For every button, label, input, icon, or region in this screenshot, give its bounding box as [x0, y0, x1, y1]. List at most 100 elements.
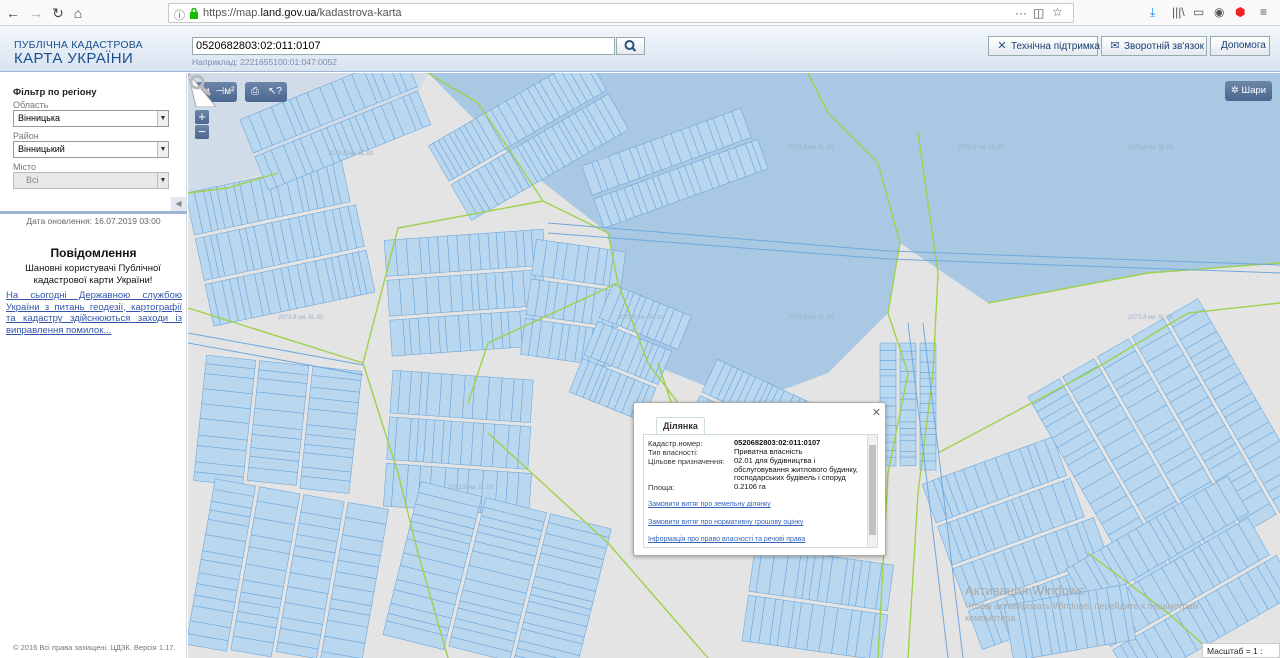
- sidebar-icon[interactable]: ▭: [1193, 5, 1204, 19]
- parcel[interactable]: [879, 375, 897, 387]
- parcel-info-popup: ✕ Ділянка Кадастр.номер: 0520682803:02:0…: [633, 402, 886, 556]
- map-watermark: 2073.8 км. 5L.00: [788, 145, 834, 151]
- parcel[interactable]: [899, 456, 917, 467]
- download-icon[interactable]: ⤓: [1150, 5, 1155, 20]
- feedback-button[interactable]: ✉ Зворотній зв'язок: [1101, 36, 1207, 56]
- activation-title: Активация Windows: [965, 583, 1085, 598]
- parcel[interactable]: [899, 342, 917, 352]
- parcel[interactable]: [899, 434, 917, 442]
- update-date: Дата оновлення: 16.07.2019 03:00: [26, 216, 161, 226]
- field-label: Цільове призначення:: [648, 457, 725, 466]
- account-icon[interactable]: ◉: [1214, 5, 1224, 19]
- address-bar[interactable]: ⓘ https://map.land.gov.ua/kadastrova-kar…: [168, 3, 1074, 23]
- map-watermark: 2073.8 км. 5L.00: [618, 315, 664, 321]
- chevron-down-icon: ▼: [157, 111, 168, 126]
- notice-link[interactable]: На сьогодні Державною службою України з …: [6, 290, 182, 336]
- cadastral-search-input[interactable]: [192, 37, 615, 55]
- region-label: Область: [13, 100, 49, 110]
- app-header: ПУБЛІЧНА КАДАСТРОВА КАРТА УКРАЇНИ Наприк…: [0, 26, 1280, 72]
- parcel-block: [193, 354, 363, 494]
- back-icon[interactable]: ←: [3, 3, 23, 23]
- support-button[interactable]: ✕ Технічна підтримка: [988, 36, 1100, 56]
- menu-icon[interactable]: ≡: [1260, 5, 1267, 19]
- tools-icon: ✕: [997, 40, 1007, 52]
- parcel[interactable]: [919, 428, 937, 435]
- map-watermark: 2073.8 км. 5L.00: [328, 151, 374, 157]
- parcel[interactable]: [879, 369, 897, 377]
- copyright: © 2016 Всі права захищені. ЦДЗК. Версія …: [13, 643, 176, 652]
- action-tools: ⎙ ↖?: [245, 82, 287, 102]
- parcel[interactable]: [879, 350, 897, 361]
- parcel[interactable]: [919, 386, 937, 395]
- parcel[interactable]: [899, 409, 917, 423]
- tab-parcel[interactable]: Ділянка: [656, 417, 705, 435]
- zoom-in-button[interactable]: +: [195, 110, 209, 124]
- key-icon: [189, 74, 212, 97]
- parcel-details: Кадастр.номер: 0520682803:02:011:0107 Ти…: [643, 434, 878, 548]
- help-button[interactable]: Допомога: [1210, 36, 1270, 56]
- district-label: Район: [13, 131, 39, 141]
- region-select[interactable]: Вінницька ▼: [13, 110, 169, 127]
- adblock-icon[interactable]: ⬢: [1235, 5, 1245, 19]
- info-icon[interactable]: ⓘ: [174, 7, 185, 23]
- map-watermark: 2073.8 км. 5L.00: [1128, 145, 1174, 151]
- search-icon: [624, 40, 637, 52]
- collapse-panel-button[interactable]: ◀: [171, 197, 186, 211]
- parcel[interactable]: [879, 360, 897, 370]
- parcel-block: [188, 478, 389, 658]
- field-label: Тип власності:: [648, 448, 698, 457]
- parcel[interactable]: [899, 428, 917, 436]
- pocket-icon[interactable]: ◫: [1033, 6, 1044, 20]
- layers-button[interactable]: ✲ Шари: [1225, 81, 1272, 101]
- home-icon[interactable]: ⌂: [68, 3, 88, 23]
- map-watermark: 2073.8 км. 5L.00: [958, 145, 1004, 151]
- chevron-down-icon: ▼: [157, 173, 168, 188]
- measure-area-button[interactable]: ⊣м²: [215, 82, 235, 102]
- identify-button[interactable]: ↖?: [265, 82, 285, 102]
- popup-scrollbar[interactable]: [867, 435, 877, 547]
- ownership-info-link[interactable]: Інформація про право власності та речові…: [648, 536, 805, 543]
- parcel[interactable]: [899, 440, 917, 452]
- brand-title: КАРТА УКРАЇНИ: [14, 50, 134, 67]
- parcel[interactable]: [879, 342, 897, 351]
- lock-icon: [190, 7, 198, 19]
- city-select[interactable]: Всі ▼: [13, 172, 169, 189]
- field-label: Кадастр.номер:: [648, 439, 703, 448]
- search-button[interactable]: [616, 37, 645, 55]
- region-filter-panel: Фільтр по регіону Область Вінницька ▼ Рай…: [0, 73, 187, 658]
- close-icon[interactable]: ✕: [872, 406, 881, 419]
- notice-body: Шановні користувачі Публічної кадастрово…: [25, 263, 161, 286]
- purpose: 02.01 для будівництва і обслуговування ж…: [734, 456, 858, 482]
- library-icon[interactable]: |||\: [1172, 5, 1185, 19]
- extract-link[interactable]: Замовити витяг про земельну ділянку: [648, 501, 771, 508]
- url-text: https://map.land.gov.ua/kadastrova-karta: [203, 7, 402, 19]
- map-watermark: 2073.8 км. 5L.00: [448, 485, 494, 491]
- bookmark-star-icon[interactable]: ☆: [1052, 5, 1063, 19]
- envelope-icon: ✉: [1110, 40, 1120, 52]
- parcel-block: [741, 545, 895, 658]
- search-hint: Наприклад: 2221655100:01:047:0052: [192, 57, 338, 67]
- parcel[interactable]: [899, 381, 917, 394]
- cadastral-map[interactable]: 2073.8 км. 5L.00 2073.8 км. 5L.00 2073.8…: [188, 73, 1280, 658]
- activation-subtitle: Чтобы активировать Windows, перейдите к …: [965, 601, 1199, 623]
- field-label: Площа:: [648, 483, 675, 492]
- valuation-link[interactable]: Замовити витяг про нормативну грошову оц…: [648, 519, 803, 526]
- district-select[interactable]: Вінницький ▼: [13, 141, 169, 158]
- parcel[interactable]: [899, 421, 917, 429]
- forward-icon[interactable]: →: [26, 3, 46, 23]
- city-label: Місто: [13, 162, 37, 172]
- parcel[interactable]: [919, 420, 937, 429]
- reload-icon[interactable]: ↻: [48, 3, 68, 23]
- map-canvas[interactable]: [188, 73, 1280, 658]
- scale-label: Масштаб = 1 : 8531: [1202, 643, 1280, 658]
- more-icon[interactable]: ···: [1015, 6, 1027, 20]
- scrollbar-thumb[interactable]: [869, 445, 876, 535]
- zoom-out-button[interactable]: −: [195, 125, 209, 139]
- water-body: [888, 73, 1280, 303]
- print-button[interactable]: ⎙: [245, 82, 265, 102]
- parcel[interactable]: [899, 451, 917, 458]
- parcel[interactable]: [919, 393, 937, 404]
- parcel[interactable]: [919, 378, 937, 387]
- notice-title: Повідомлення: [50, 246, 137, 260]
- parcel[interactable]: [879, 386, 897, 399]
